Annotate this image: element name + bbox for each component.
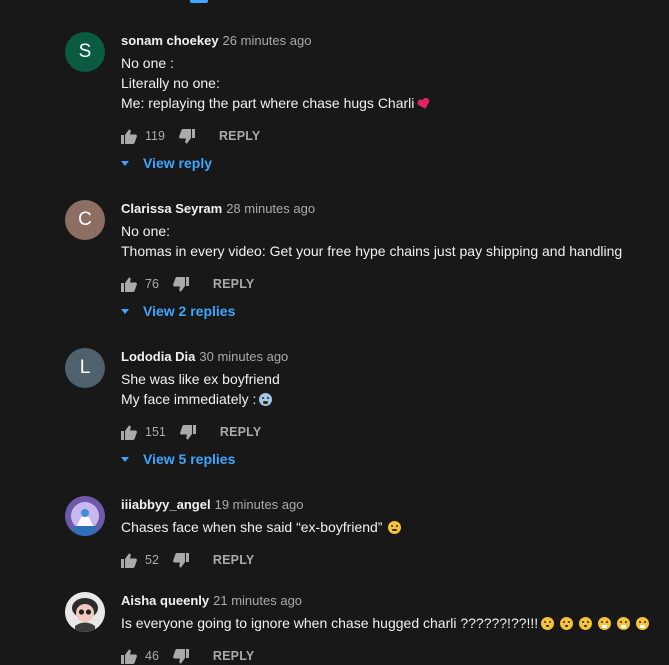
reply-button[interactable]: REPLY (213, 649, 255, 663)
pleading-face-emoji-icon (388, 521, 402, 534)
comment-actions: 76 REPLY (121, 275, 254, 293)
view-replies-label: View 2 replies (143, 303, 236, 319)
comment-text: Chases face when she said “ex-boyfriend” (121, 517, 402, 537)
thumb-up-icon[interactable] (121, 553, 137, 568)
thumb-up-icon[interactable] (121, 277, 137, 292)
author-name[interactable]: Lododia Dia (121, 349, 195, 364)
comment-line: Thomas in every video: Get your free hyp… (121, 243, 623, 259)
chevron-down-icon (121, 160, 129, 166)
reply-button[interactable]: REPLY (219, 129, 261, 143)
heart-emoji-icon (417, 95, 431, 109)
author-name[interactable]: sonam choekey (121, 33, 219, 48)
comment-time[interactable]: 30 minutes ago (199, 349, 288, 364)
reply-button[interactable]: REPLY (213, 553, 255, 567)
comment-text: No one: Thomas in every video: Get your … (121, 221, 622, 261)
chevron-down-icon (121, 456, 129, 462)
thumb-down-icon[interactable] (172, 276, 189, 292)
like-count: 52 (145, 553, 159, 567)
comment-text: No one : Literally no one: Me: replaying… (121, 53, 431, 113)
comment-time[interactable]: 19 minutes ago (215, 497, 304, 512)
previous-link-underline (190, 0, 208, 3)
reply-button[interactable]: REPLY (220, 425, 262, 439)
comment-header: sonam choekey 26 minutes ago (121, 33, 311, 48)
thumb-up-icon[interactable] (121, 129, 137, 144)
thumb-up-icon[interactable] (121, 649, 137, 664)
comment-line: She was like ex boyfriend (121, 371, 280, 387)
author-name[interactable]: Aisha queenly (121, 593, 209, 608)
comment-line: Chases face when she said “ex-boyfriend” (121, 517, 402, 537)
view-replies-label: View reply (143, 155, 213, 171)
thumb-down-icon[interactable] (172, 552, 189, 568)
avatar-letter: C (78, 209, 92, 230)
comment-line: Is everyone going to ignore when chase h… (121, 613, 650, 633)
like-count: 119 (145, 129, 165, 143)
fearful-face-emoji-icon (259, 393, 273, 406)
comment-header: Clarissa Seyram 28 minutes ago (121, 201, 315, 216)
reply-button[interactable]: REPLY (213, 277, 255, 291)
comment-line: My face immediately : (121, 389, 280, 409)
view-replies-button[interactable]: View 5 replies (121, 450, 235, 468)
comment-line: Literally no one: (121, 75, 220, 91)
comment-actions: 119 REPLY (121, 127, 260, 145)
avatar-image (65, 592, 105, 632)
comment-line: No one: (121, 223, 171, 239)
view-replies-button[interactable]: View 2 replies (121, 302, 235, 320)
comment-header: Aisha queenly 21 minutes ago (121, 593, 302, 608)
comment-time[interactable]: 26 minutes ago (223, 33, 312, 48)
flushed-face-emoji-icon (560, 617, 574, 630)
comment-line: Me: replaying the part where chase hugs … (121, 93, 431, 113)
like-count: 46 (145, 649, 159, 663)
thumb-down-icon[interactable] (179, 128, 195, 144)
flushed-face-emoji-icon (579, 617, 593, 630)
comment-header: Lododia Dia 30 minutes ago (121, 349, 288, 364)
view-replies-label: View 5 replies (143, 451, 236, 467)
grimacing-face-emoji-icon (617, 617, 631, 630)
flushed-face-emoji-icon (541, 617, 555, 630)
comment-time[interactable]: 21 minutes ago (213, 593, 302, 608)
avatar-letter: S (78, 41, 92, 62)
grimacing-face-emoji-icon (598, 617, 612, 630)
thumb-down-icon[interactable] (179, 424, 196, 440)
avatar[interactable] (65, 592, 105, 632)
like-count: 151 (145, 425, 166, 439)
thumb-up-icon[interactable] (121, 425, 137, 440)
comment-actions: 151 REPLY (121, 423, 261, 441)
avatar[interactable]: L (65, 348, 105, 388)
comment-line: No one : (121, 55, 174, 71)
like-count: 76 (145, 277, 159, 291)
avatar[interactable]: S (65, 32, 105, 72)
comment-time[interactable]: 28 minutes ago (226, 201, 315, 216)
chevron-down-icon (121, 308, 129, 314)
comment-header: iiiabbyy_angel 19 minutes ago (121, 497, 304, 512)
comment-text: Is everyone going to ignore when chase h… (121, 613, 650, 633)
comment-actions: 46 REPLY (121, 647, 254, 665)
view-replies-button[interactable]: View reply (121, 154, 212, 172)
comment-text: She was like ex boyfriend My face immedi… (121, 369, 280, 409)
avatar-letter: L (79, 357, 91, 378)
author-name[interactable]: iiiabbyy_angel (121, 497, 211, 512)
grinning-face-emoji-icon (636, 617, 650, 630)
avatar[interactable] (65, 496, 105, 536)
comment-actions: 52 REPLY (121, 551, 254, 569)
avatar[interactable]: C (65, 200, 105, 240)
avatar-image (65, 496, 105, 536)
thumb-down-icon[interactable] (172, 648, 189, 664)
author-name[interactable]: Clarissa Seyram (121, 201, 222, 216)
